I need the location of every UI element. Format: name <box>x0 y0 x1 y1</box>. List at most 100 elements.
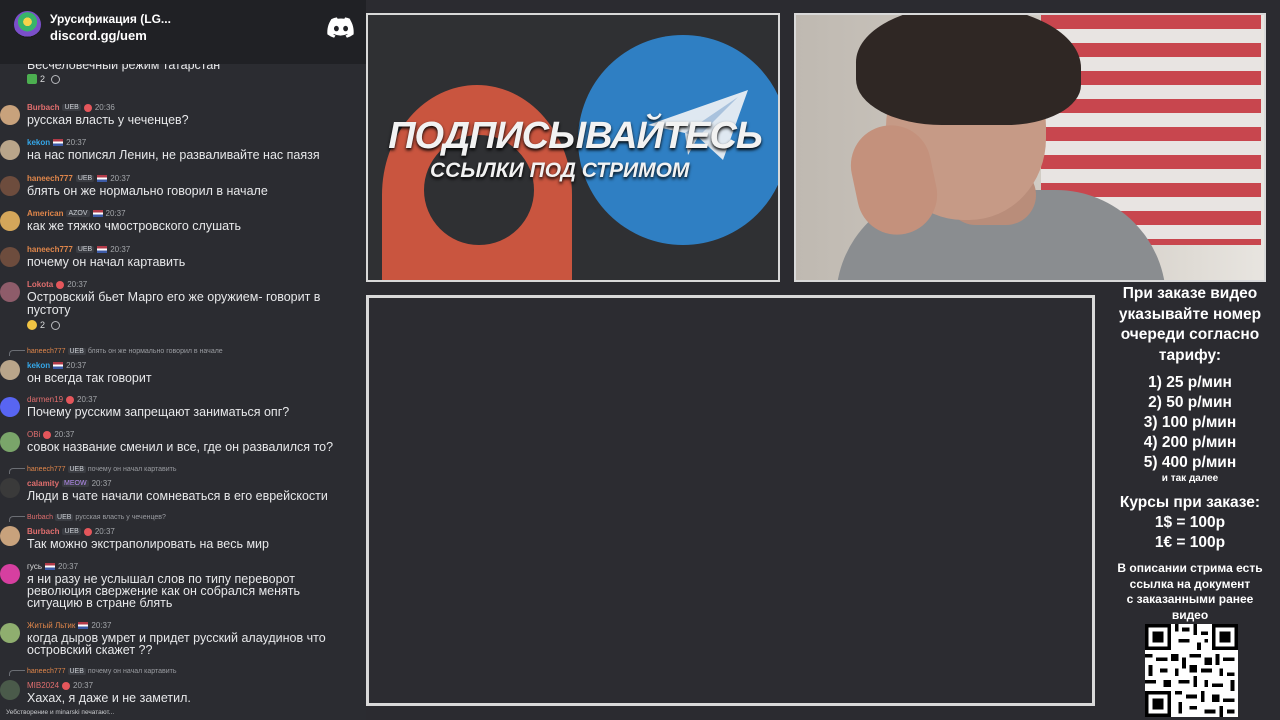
username[interactable]: OBi <box>27 430 40 439</box>
avatar[interactable] <box>0 140 20 160</box>
streamer-hair <box>856 15 1081 125</box>
message-text: Почему русским запрещают заниматься опг? <box>27 405 290 419</box>
message-meta: Lokota 20:37 <box>27 280 87 289</box>
username[interactable]: kekon <box>27 361 50 370</box>
flag-icon <box>78 622 89 629</box>
promo-subtitle: ССЫЛКИ ПОД СТРИМОМ <box>430 159 690 182</box>
reply-username: haneech777 <box>27 668 66 675</box>
avatar[interactable] <box>0 680 20 700</box>
username[interactable]: American <box>27 209 63 218</box>
username[interactable]: MIB2024 <box>27 681 59 690</box>
us-flag-icon <box>92 210 103 217</box>
reply-connector <box>9 350 25 356</box>
username[interactable]: kekon <box>27 138 50 147</box>
role-tag: UEB <box>75 246 95 253</box>
reaction-count: 2 <box>40 320 46 330</box>
avatar[interactable] <box>0 432 20 452</box>
avatar[interactable] <box>0 526 20 546</box>
username[interactable]: Lokota <box>27 280 53 289</box>
message-meta: calamity MEOW 20:37 <box>27 479 112 488</box>
discord-chat-overlay: Бесчеловечный режим татарстан 2 Burbach … <box>0 0 366 720</box>
price-tier: 3) 100 р/мин <box>1143 414 1237 431</box>
timestamp: 20:37 <box>67 280 88 289</box>
message-meta: American AZOV 20:37 <box>27 209 126 218</box>
typing-indicator: Уебстворение и minarski печатают... <box>6 709 115 716</box>
discord-logo-icon <box>327 17 354 38</box>
add-reaction-icon[interactable] <box>51 74 61 84</box>
pricing-header-line: При заказе видео <box>1122 285 1258 302</box>
timestamp: 20:37 <box>110 245 131 254</box>
reply-username: haneech777 <box>27 348 66 355</box>
role-tag: UEB <box>62 528 81 535</box>
reply-text: блять он же нормально говорил в начале <box>87 348 223 355</box>
reply-preview[interactable]: haneech777 UEB блять он же нормально гов… <box>27 348 223 355</box>
reply-text: почему он начал картавить <box>87 668 177 675</box>
avatar[interactable] <box>0 105 20 125</box>
role-icon <box>43 430 52 439</box>
message-meta: Burbach UEB 20:36 <box>27 103 115 112</box>
reply-preview[interactable]: haneech777 UEB почему он начал картавить <box>27 668 177 675</box>
username[interactable]: darmen19 <box>27 395 63 404</box>
pricing-header-line: очереди согласно <box>1120 326 1260 343</box>
message-text: на нас пописял Ленин, не разваливайте на… <box>27 148 320 162</box>
message-meta: Burbach UEB 20:37 <box>27 527 115 536</box>
timestamp: 20:37 <box>66 138 87 147</box>
message-meta: MIB2024 20:37 <box>27 681 93 690</box>
message-text: Хахах, я даже и не заметил. <box>27 691 191 705</box>
username[interactable]: Житый Льтик <box>27 621 75 630</box>
avatar[interactable] <box>0 176 20 196</box>
reply-role-tag: UEB <box>67 348 86 355</box>
role-tag: MEOW <box>62 480 89 487</box>
avatar[interactable] <box>0 478 20 498</box>
flag-icon <box>53 139 64 146</box>
price-tier: 5) 400 р/мин <box>1143 454 1237 471</box>
timestamp: 20:37 <box>110 174 131 183</box>
username[interactable]: haneech777 <box>27 174 73 183</box>
message-meta: kekon 20:37 <box>27 361 86 370</box>
reaction-count: 2 <box>40 74 46 84</box>
pricing-header-line: указывайте номер <box>1118 305 1262 323</box>
plant-emoji-icon <box>27 74 37 84</box>
username[interactable]: Burbach <box>27 527 59 536</box>
username[interactable]: гусь <box>27 562 42 571</box>
emoji-icon <box>27 320 37 330</box>
server-invite-link[interactable]: discord.gg/uem <box>50 28 147 43</box>
reply-role-tag: UEB <box>67 466 86 473</box>
server-name[interactable]: Урусификация (LG... <box>50 12 171 26</box>
reply-preview[interactable]: Burbach UEB русская власть у чеченцев? <box>27 514 166 521</box>
username[interactable]: Burbach <box>27 103 59 112</box>
server-icon[interactable] <box>14 11 41 38</box>
reply-role-tag: UEB <box>67 668 86 675</box>
pricing-etc: и так далее <box>1161 473 1219 484</box>
patreon-logo-stem <box>382 195 427 280</box>
reaction[interactable]: 2 <box>27 74 45 84</box>
timestamp: 20:36 <box>94 103 115 112</box>
reply-username: Burbach <box>27 514 54 521</box>
price-tier: 2) 50 р/мин <box>1148 394 1232 411</box>
add-reaction-icon[interactable] <box>51 320 61 330</box>
role-icon <box>62 681 71 690</box>
avatar[interactable] <box>0 623 20 643</box>
avatar[interactable] <box>0 397 20 417</box>
avatar[interactable] <box>0 360 20 380</box>
rate-line: 1€ = 100р <box>1154 534 1226 551</box>
avatar[interactable] <box>0 282 20 302</box>
timestamp: 20:37 <box>73 681 94 690</box>
message-text: Люди в чате начали сомневаться в его евр… <box>27 489 328 503</box>
reply-connector <box>9 468 25 474</box>
username[interactable]: haneech777 <box>27 245 73 254</box>
role-tag: AZOV <box>66 210 90 217</box>
reaction-bar: 2 <box>27 320 61 330</box>
message-meta: darmen19 20:37 <box>27 395 97 404</box>
avatar[interactable] <box>0 564 20 584</box>
reaction[interactable]: 2 <box>27 320 45 330</box>
avatar[interactable] <box>0 211 20 231</box>
rates-title: Курсы при заказе: <box>1119 494 1261 511</box>
role-tag: UEB <box>62 104 81 111</box>
timestamp: 20:37 <box>54 430 75 439</box>
rate-line: 1$ = 100р <box>1154 514 1226 531</box>
avatar[interactable] <box>0 247 20 267</box>
username[interactable]: calamity <box>27 479 59 488</box>
reply-preview[interactable]: haneech777 UEB почему он начал картавить <box>27 466 177 473</box>
message-text: Так можно экстраполировать на весь мир <box>27 537 269 551</box>
